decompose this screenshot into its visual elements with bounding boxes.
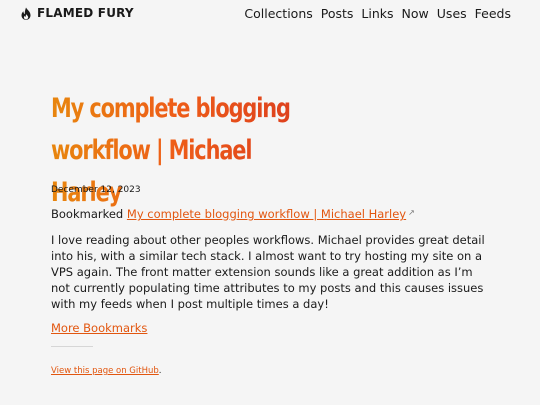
post-body: I love reading about other peoples workf… xyxy=(51,233,485,311)
footer-suffix: . xyxy=(158,366,162,376)
page-title: My complete blogging workflow | Michael … xyxy=(51,88,326,214)
bookmark-link[interactable]: My complete blogging workflow | Michael … xyxy=(127,207,406,221)
more-bookmarks-label[interactable]: More Bookmarks xyxy=(51,321,147,335)
bookmarked-label: Bookmarked xyxy=(51,207,124,221)
external-link-icon: ↗ xyxy=(408,208,415,217)
flame-icon xyxy=(21,7,31,20)
more-bookmarks-link[interactable]: More Bookmarks xyxy=(51,321,147,335)
post-date: December 12, 2023 xyxy=(51,185,141,195)
bookmark-line: Bookmarked My complete blogging workflow… xyxy=(51,207,415,221)
brand-link[interactable]: FLAMED FURY xyxy=(20,6,134,20)
github-link[interactable]: View this page on GitHub xyxy=(51,366,159,376)
brand-name: FLAMED FURY xyxy=(37,6,134,20)
nav-item-uses[interactable]: Uses xyxy=(437,6,467,21)
nav-item-links[interactable]: Links xyxy=(361,6,393,21)
site-header: FLAMED FURY Collections Posts Links Now … xyxy=(0,0,540,28)
page-footer: View this page on GitHub. xyxy=(51,366,161,376)
main-nav: Collections Posts Links Now Uses Feeds xyxy=(244,6,511,21)
title-line-2: workflow | Michael Harley xyxy=(51,135,252,208)
nav-item-now[interactable]: Now xyxy=(402,6,429,21)
nav-item-feeds[interactable]: Feeds xyxy=(475,6,511,21)
footer-divider xyxy=(51,346,93,347)
title-line-1: My complete blogging xyxy=(51,93,290,124)
nav-item-posts[interactable]: Posts xyxy=(321,6,354,21)
nav-item-collections[interactable]: Collections xyxy=(244,6,312,21)
